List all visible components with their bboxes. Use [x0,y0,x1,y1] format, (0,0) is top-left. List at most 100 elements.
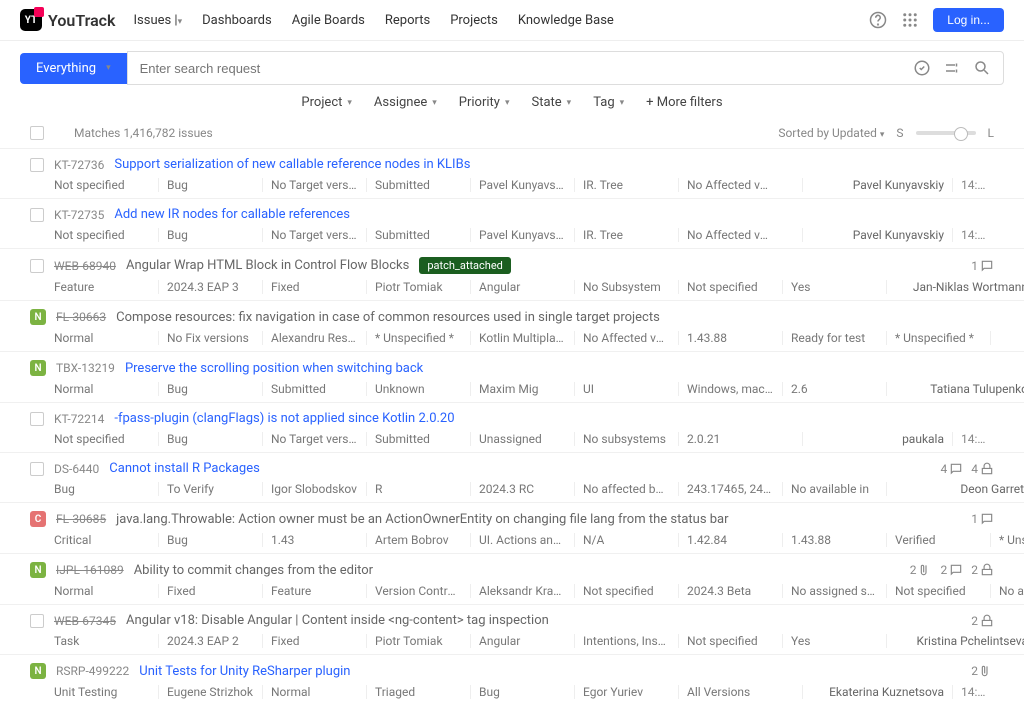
search-input[interactable] [128,52,901,84]
field-cell[interactable]: Not specified [886,584,990,598]
comment-count[interactable]: 4 [941,462,964,476]
field-cell[interactable]: 2024.3 EAP 3 [158,280,262,294]
sort-label[interactable]: Sorted by Updated ▾ [778,126,884,140]
issue-id[interactable]: TBX-13219 [56,361,115,375]
field-cell[interactable]: 2024.3 EAP 2 [158,634,262,648]
field-cell[interactable]: No Affected versions [678,178,782,192]
nav-projects[interactable]: Projects [450,13,498,28]
field-cell[interactable]: Triaged [366,685,470,699]
field-cell[interactable]: No Target versions [262,432,366,446]
field-cell[interactable]: Bug [158,382,262,396]
issue-id[interactable]: WEB-68940 [54,259,116,273]
field-cell[interactable]: Bug [158,432,262,446]
issue-id[interactable]: KT-72736 [54,158,104,172]
field-cell[interactable]: Submitted [262,382,366,396]
field-cell[interactable]: Angular [470,634,574,648]
field-cell[interactable]: Not specified [678,634,782,648]
field-cell[interactable]: Fixed [158,584,262,598]
filter-assignee[interactable]: Assignee ▾ [374,95,437,110]
issue-row[interactable]: KT-72735Add new IR nodes for callable re… [0,198,1024,248]
issue-title[interactable]: Compose resources: fix navigation in cas… [116,310,660,325]
field-cell[interactable]: Ready for test [782,331,886,345]
field-cell[interactable]: 1.43.88 [782,533,886,547]
issue-title[interactable]: -fpass-plugin (clangFlags) is not applie… [114,411,454,426]
field-cell[interactable]: No Subsystem [574,280,678,294]
comment-count[interactable]: 1 [971,512,994,526]
field-cell[interactable]: Aleksandr Krasilnikov [470,584,574,598]
vote-count[interactable]: 2 [971,614,994,628]
field-cell[interactable]: Unknown [366,382,470,396]
field-cell[interactable]: Submitted [366,432,470,446]
issue-id[interactable]: KT-72735 [54,208,104,222]
issue-checkbox[interactable] [30,208,44,222]
issue-row[interactable]: CFL-30685java.lang.Throwable: Action own… [0,502,1024,553]
issue-title[interactable]: java.lang.Throwable: Action owner must b… [116,512,728,527]
field-cell[interactable]: No Fix versions [158,331,262,345]
comment-count[interactable]: 2 [941,563,964,577]
issue-checkbox[interactable] [30,158,44,172]
field-cell[interactable]: Windows, macOS, Linux [678,382,782,396]
issue-row[interactable]: NRSRP-499222Unit Tests for Unity ReSharp… [0,654,1024,705]
field-cell[interactable]: Piotr Tomiak [366,280,470,294]
issue-title[interactable]: Support serialization of new callable re… [114,157,470,172]
field-cell[interactable]: Feature [54,280,158,294]
field-cell[interactable]: No affected build [574,482,678,496]
nav-issues[interactable]: Issues |▾ [133,13,182,28]
logo[interactable]: YT YouTrack [20,9,115,31]
field-cell[interactable]: * Unspecified * [990,533,1024,547]
comment-count[interactable]: 1 [971,259,994,273]
vote-count[interactable]: 4 [971,462,994,476]
field-cell[interactable]: To Verify [158,482,262,496]
field-cell[interactable]: Egor Yuriev [574,685,678,699]
issue-row[interactable]: WEB-68940Angular Wrap HTML Block in Cont… [0,248,1024,300]
field-cell[interactable]: Not specified [54,432,158,446]
field-cell[interactable]: Fixed [262,634,366,648]
field-cell[interactable]: Bug [158,178,262,192]
field-cell[interactable]: Igor Slobodskov [262,482,366,496]
field-cell[interactable]: Maxim Mig [470,382,574,396]
issue-checkbox[interactable] [30,462,44,476]
filter-project[interactable]: Project ▾ [301,95,352,110]
issue-id[interactable]: FL-30663 [56,310,106,324]
issue-row[interactable]: NIJPL-161089Ability to commit changes fr… [0,553,1024,604]
filter-state[interactable]: State ▾ [531,95,571,110]
issue-id[interactable]: DS-6440 [54,462,99,476]
field-cell[interactable]: Fixed [262,280,366,294]
more-filters[interactable]: + More filters [646,95,722,110]
field-cell[interactable]: Unassigned [470,432,574,446]
field-cell[interactable]: Yes [782,280,886,294]
nav-agile-boards[interactable]: Agile Boards [292,13,365,28]
issue-row[interactable]: NFL-30663Compose resources: fix navigati… [0,300,1024,351]
field-cell[interactable]: Bug [158,533,262,547]
tag-patch_attached[interactable]: patch_attached [419,257,511,274]
field-cell[interactable]: Not specified [678,280,782,294]
apps-icon[interactable] [901,11,919,29]
field-cell[interactable]: R [366,482,470,496]
issue-id[interactable]: RSRP-499222 [56,664,129,678]
field-cell[interactable]: Piotr Tomiak [366,634,470,648]
vote-count[interactable]: 2 [971,563,994,577]
field-cell[interactable]: Submitted [366,178,470,192]
issue-title[interactable]: Angular v18: Disable Angular | Content i… [126,613,549,628]
issue-row[interactable]: KT-72214-fpass-plugin (clangFlags) is no… [0,402,1024,452]
field-cell[interactable]: Normal [54,584,158,598]
issue-title[interactable]: Unit Tests for Unity ReSharper plugin [139,664,350,679]
field-cell[interactable]: Not specified [574,584,678,598]
field-cell[interactable]: Normal [262,685,366,699]
field-cell[interactable]: No Target versions [262,178,366,192]
field-cell[interactable]: 2024.3 RC [470,482,574,496]
filter-tag[interactable]: Tag ▾ [593,95,624,110]
nav-knowledge-base[interactable]: Knowledge Base [518,13,614,28]
field-cell[interactable]: No Affected versions [574,331,678,345]
field-cell[interactable]: Alexandru Resiga [262,331,366,345]
field-cell[interactable]: 243.17465, 243.18137.10 [678,482,782,496]
field-cell[interactable]: Verified [886,533,990,547]
field-cell[interactable]: Pavel Kunyavskiy [470,178,574,192]
field-cell[interactable]: Pavel Kunyavskiy [470,228,574,242]
field-cell[interactable]: N/A [574,533,678,547]
field-cell[interactable]: UI. Actions and Frames [470,533,574,547]
help-icon[interactable] [869,11,887,29]
field-cell[interactable]: Eugene Strizhok [158,685,262,699]
field-cell[interactable]: All Versions [678,685,782,699]
field-cell[interactable]: IR. Tree [574,228,678,242]
